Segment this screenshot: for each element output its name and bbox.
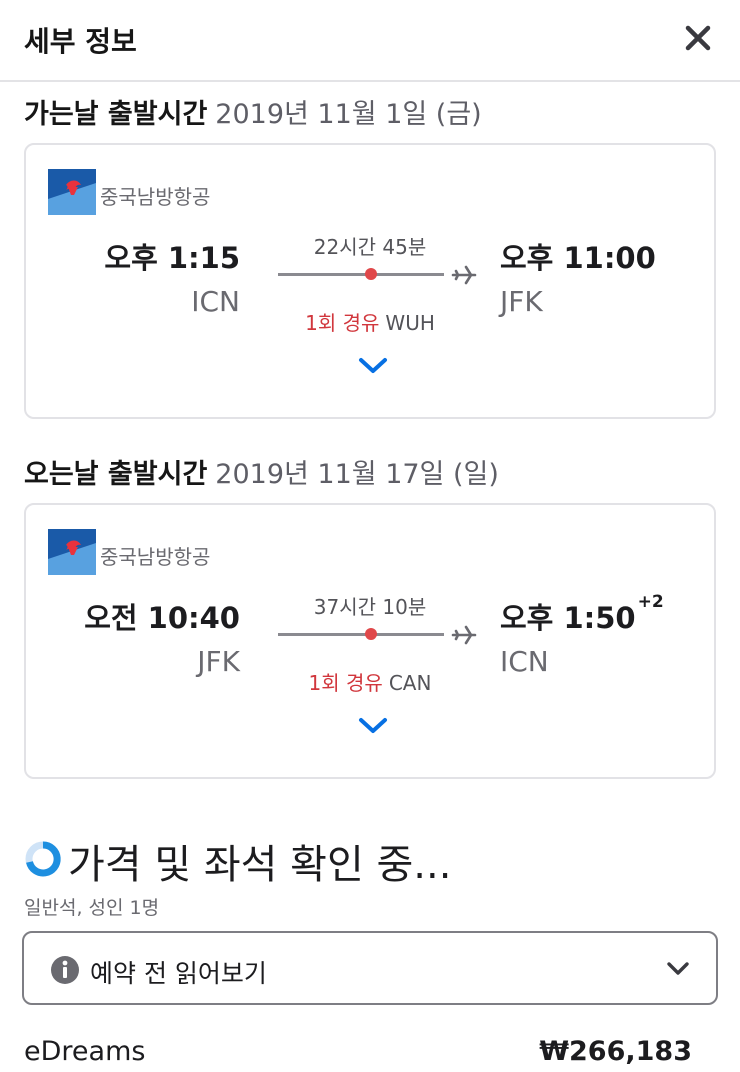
plane-icon	[451, 265, 477, 285]
day-offset: +2	[637, 592, 664, 613]
page-title: 세부 정보	[24, 25, 137, 58]
close-icon	[685, 25, 711, 51]
stop-dot	[365, 268, 377, 280]
return-label: 오는날 출발시간	[24, 459, 208, 490]
stop-count: 1회 경유	[305, 311, 380, 335]
departure-airport: ICN	[191, 285, 240, 318]
outbound-flight-card[interactable]: 중국남방항공 오후 1:15 ICN 22시간 45분 1회 경유 WUH 오후 …	[24, 143, 716, 419]
stop-count: 1회 경유	[308, 671, 383, 695]
cabin-info: 일반석, 성인 1명	[24, 897, 160, 919]
arrival-airport: ICN	[500, 645, 549, 678]
arrival-airport: JFK	[500, 285, 543, 318]
header: 세부 정보	[0, 0, 740, 82]
stop-airport: CAN	[388, 671, 432, 695]
airline-name: 중국남방항공	[100, 185, 211, 209]
close-button[interactable]	[678, 18, 718, 58]
departure-time: 오전 10:40	[84, 601, 240, 635]
chevron-down-icon	[359, 358, 387, 373]
return-section-title: 오는날 출발시간 2019년 11월 17일 (일)	[24, 452, 499, 491]
provider-name[interactable]: eDreams	[24, 1036, 145, 1067]
expand-details-button[interactable]	[356, 353, 390, 377]
chevron-down-icon	[359, 718, 387, 733]
stop-dot	[365, 628, 377, 640]
flight-duration: 37시간 10분	[313, 595, 427, 619]
info-icon	[51, 956, 79, 984]
return-flight-card[interactable]: 중국남방항공 오전 10:40 JFK 37시간 10분 1회 경유 CAN 오후…	[24, 503, 716, 779]
china-southern-logo-icon	[48, 169, 96, 215]
arrival-time: 오후 11:00	[500, 235, 658, 277]
provider-price: ₩266,183	[539, 1036, 692, 1067]
stops-info: 1회 경유 WUH	[276, 307, 464, 336]
prebook-info-dropdown[interactable]: 예약 전 읽어보기	[22, 931, 718, 1005]
route-line	[278, 273, 444, 276]
expand-details-button[interactable]	[356, 713, 390, 737]
outbound-date: 2019년 11월 1일 (금)	[215, 99, 482, 130]
arrival-time-text: 오후 11:00	[500, 241, 656, 275]
plane-icon	[451, 625, 477, 645]
stop-airport: WUH	[385, 311, 435, 335]
arrival-time: 오후 1:50 +2	[500, 592, 664, 637]
prebook-label: 예약 전 읽어보기	[90, 959, 267, 988]
flight-duration: 22시간 45분	[313, 235, 427, 259]
loading-spinner-icon	[25, 841, 61, 877]
price-heading-text: 가격 및 좌석 확인 중...	[68, 842, 452, 888]
chevron-down-icon	[667, 962, 689, 975]
return-date: 2019년 11월 17일 (일)	[215, 459, 499, 490]
departure-airport: JFK	[197, 645, 240, 678]
route-line	[278, 633, 444, 636]
stops-info: 1회 경유 CAN	[276, 667, 464, 696]
outbound-label: 가는날 출발시간	[24, 99, 208, 130]
outbound-section-title: 가는날 출발시간 2019년 11월 1일 (금)	[24, 92, 482, 131]
airline-name: 중국남방항공	[100, 545, 211, 569]
arrival-time-text: 오후 1:50	[500, 601, 636, 635]
china-southern-logo-icon	[48, 529, 96, 575]
departure-time: 오후 1:15	[104, 241, 240, 275]
